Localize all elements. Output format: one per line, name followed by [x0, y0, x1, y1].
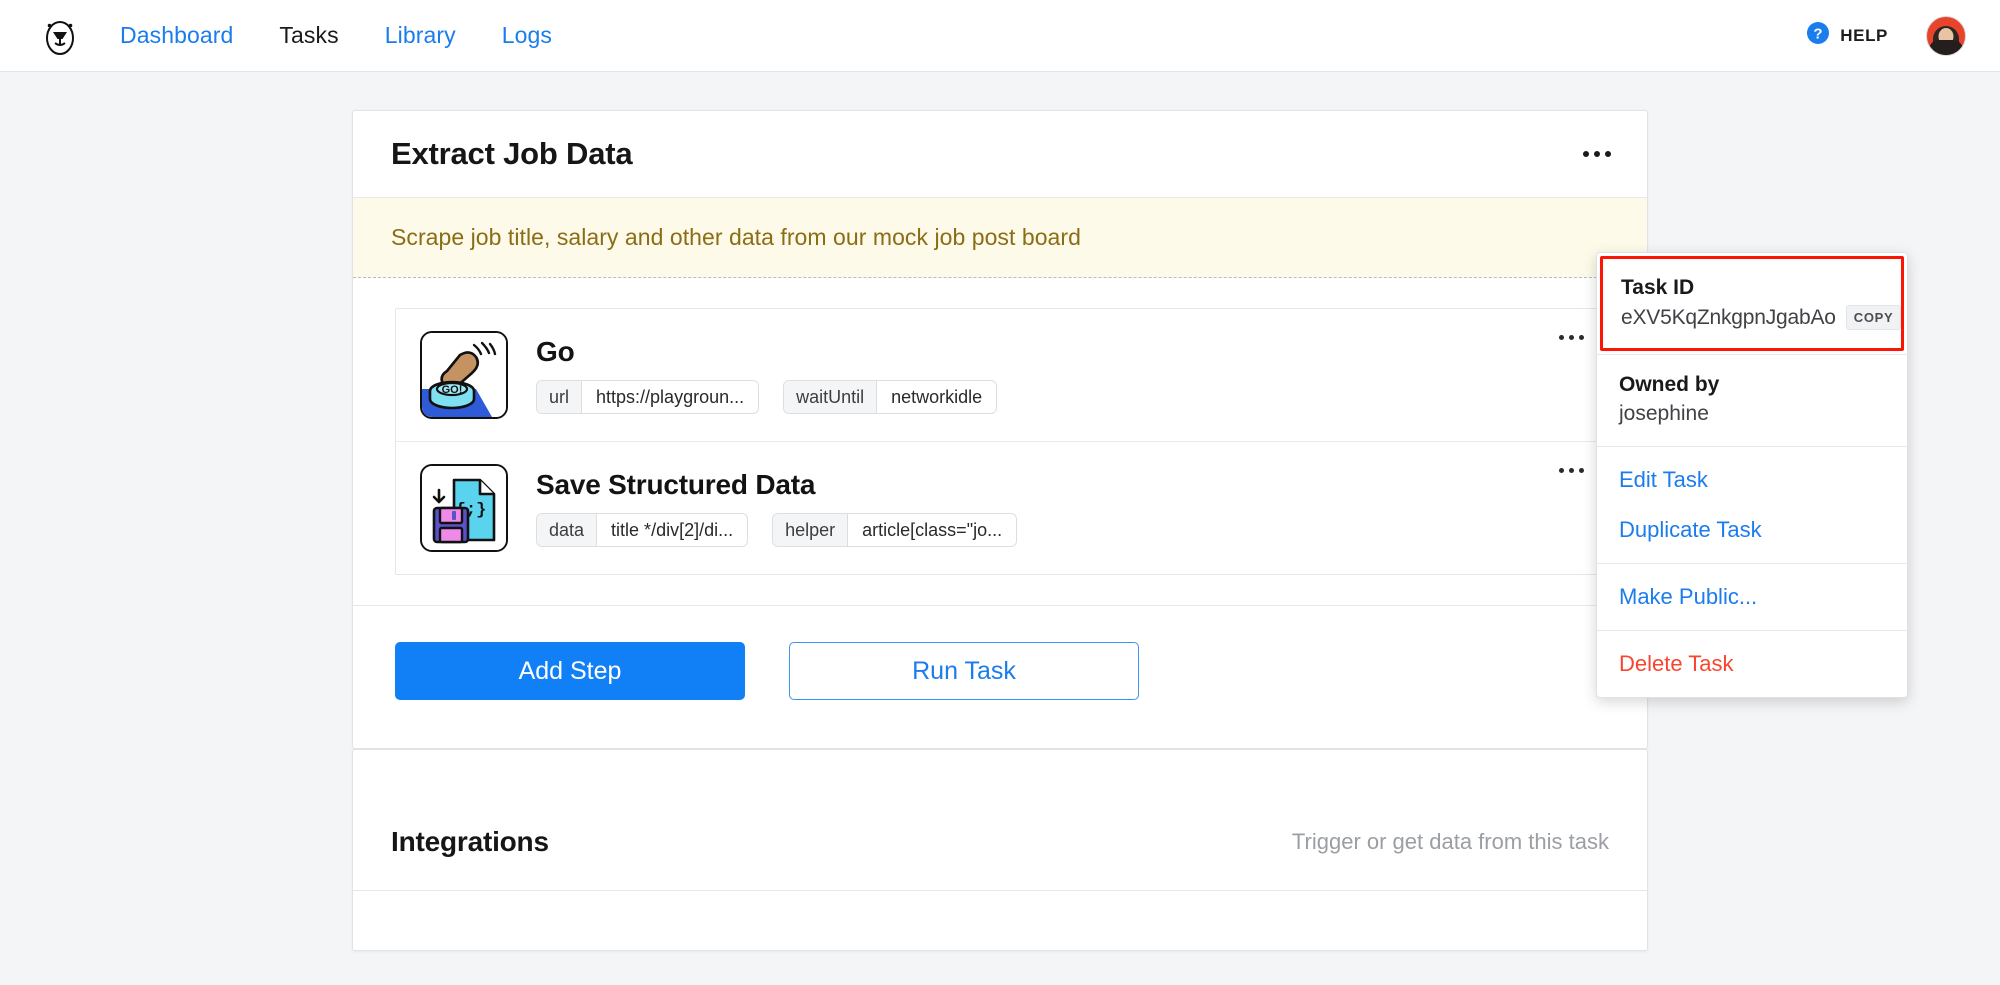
- nav-link-library[interactable]: Library: [385, 22, 456, 49]
- task-id-value: eXV5KqZnkgpnJgabAo: [1621, 306, 1836, 330]
- page-title: Extract Job Data: [391, 136, 632, 172]
- step-content: Go url https://playgroun... waitUntil ne…: [536, 336, 997, 414]
- dot: [1579, 468, 1584, 473]
- page-scroll-area: Extract Job Data Scrape job title, salar…: [0, 72, 2000, 985]
- param-chip[interactable]: helper article[class="jo...: [772, 513, 1017, 547]
- param-key: helper: [773, 514, 848, 546]
- menu-group-visibility: Make Public...: [1597, 563, 1907, 630]
- svg-text:?: ?: [1814, 26, 1823, 43]
- menu-item-duplicate-task[interactable]: Duplicate Task: [1597, 505, 1907, 555]
- integrations-body: [353, 890, 1647, 950]
- svg-text:GO!: GO!: [442, 384, 463, 396]
- menu-item-make-public[interactable]: Make Public...: [1597, 572, 1907, 622]
- param-chip[interactable]: waitUntil networkidle: [783, 380, 997, 414]
- floppy-disk-json-icon: {;}: [420, 464, 508, 552]
- add-step-button[interactable]: Add Step: [395, 642, 745, 700]
- integrations-header: Integrations Trigger or get data from th…: [353, 794, 1647, 890]
- task-card: Extract Job Data Scrape job title, salar…: [352, 110, 1648, 749]
- integrations-card: Integrations Trigger or get data from th…: [352, 749, 1648, 951]
- question-circle-icon: ?: [1806, 21, 1830, 50]
- dot: [1569, 335, 1574, 340]
- nav-link-dashboard[interactable]: Dashboard: [120, 22, 233, 49]
- param-value: networkidle: [877, 381, 996, 413]
- task-card-header: Extract Job Data: [353, 111, 1647, 197]
- task-actions: Add Step Run Task: [353, 605, 1647, 748]
- step-menu-ellipsis-icon[interactable]: [1556, 468, 1586, 473]
- param-key: url: [537, 381, 582, 413]
- menu-group-delete: Delete Task: [1597, 630, 1907, 697]
- step-row[interactable]: {;} Save Structured Data: [396, 441, 1604, 574]
- step-params: url https://playgroun... waitUntil netwo…: [536, 380, 997, 414]
- task-options-menu: Task ID eXV5KqZnkgpnJgabAo COPY Owned by…: [1596, 252, 1908, 698]
- dot: [1559, 468, 1564, 473]
- step-title: Go: [536, 336, 997, 368]
- steps-section: GO! Go url https://playgroun...: [353, 278, 1647, 575]
- menu-item-edit-task[interactable]: Edit Task: [1597, 455, 1907, 505]
- step-menu-ellipsis-icon[interactable]: [1556, 335, 1586, 340]
- dot: [1559, 335, 1564, 340]
- integrations-subtitle: Trigger or get data from this task: [1292, 829, 1609, 855]
- steps-list: GO! Go url https://playgroun...: [395, 308, 1605, 575]
- topbar-right-group: ? HELP: [1806, 16, 1966, 56]
- copy-button[interactable]: COPY: [1846, 305, 1902, 330]
- owner-name: josephine: [1619, 402, 1885, 426]
- menu-item-delete-task[interactable]: Delete Task: [1597, 639, 1907, 689]
- help-button[interactable]: ? HELP: [1806, 21, 1888, 50]
- top-navigation-bar: Dashboard Tasks Library Logs ? HELP: [0, 0, 2000, 72]
- avatar-body: [1929, 40, 1963, 55]
- dot: [1569, 468, 1574, 473]
- param-value: article[class="jo...: [848, 514, 1016, 546]
- task-id-section: Task ID eXV5KqZnkgpnJgabAo COPY: [1600, 256, 1904, 351]
- integrations-title: Integrations: [391, 826, 549, 858]
- step-params: data title */div[2]/di... helper article…: [536, 513, 1017, 547]
- menu-group-edit: Edit Task Duplicate Task: [1597, 446, 1907, 563]
- param-chip[interactable]: url https://playgroun...: [536, 380, 759, 414]
- main-nav: Dashboard Tasks Library Logs: [120, 22, 552, 49]
- go-button-press-icon: GO!: [420, 331, 508, 419]
- param-value: title */div[2]/di...: [597, 514, 747, 546]
- acorn-logo-icon[interactable]: [40, 16, 80, 56]
- param-chip[interactable]: data title */div[2]/di...: [536, 513, 748, 547]
- task-menu-ellipsis-icon[interactable]: [1577, 137, 1617, 171]
- owned-by-section: Owned by josephine: [1597, 354, 1907, 446]
- param-value: https://playgroun...: [582, 381, 758, 413]
- step-row[interactable]: GO! Go url https://playgroun...: [396, 309, 1604, 441]
- param-key: waitUntil: [784, 381, 877, 413]
- avatar[interactable]: [1926, 16, 1966, 56]
- dot: [1579, 335, 1584, 340]
- task-id-label: Task ID: [1621, 276, 1883, 300]
- dot: [1583, 151, 1589, 157]
- nav-link-tasks[interactable]: Tasks: [279, 22, 338, 49]
- run-task-button[interactable]: Run Task: [789, 642, 1139, 700]
- nav-link-logs[interactable]: Logs: [502, 22, 552, 49]
- content-column: Extract Job Data Scrape job title, salar…: [352, 110, 1648, 951]
- param-key: data: [537, 514, 597, 546]
- help-label: HELP: [1840, 26, 1888, 46]
- task-id-row: eXV5KqZnkgpnJgabAo COPY: [1621, 305, 1883, 330]
- owned-by-label: Owned by: [1619, 373, 1885, 397]
- task-description: Scrape job title, salary and other data …: [353, 197, 1647, 278]
- step-content: Save Structured Data data title */div[2]…: [536, 469, 1017, 547]
- dot: [1605, 151, 1611, 157]
- dot: [1594, 151, 1600, 157]
- step-title: Save Structured Data: [536, 469, 1017, 501]
